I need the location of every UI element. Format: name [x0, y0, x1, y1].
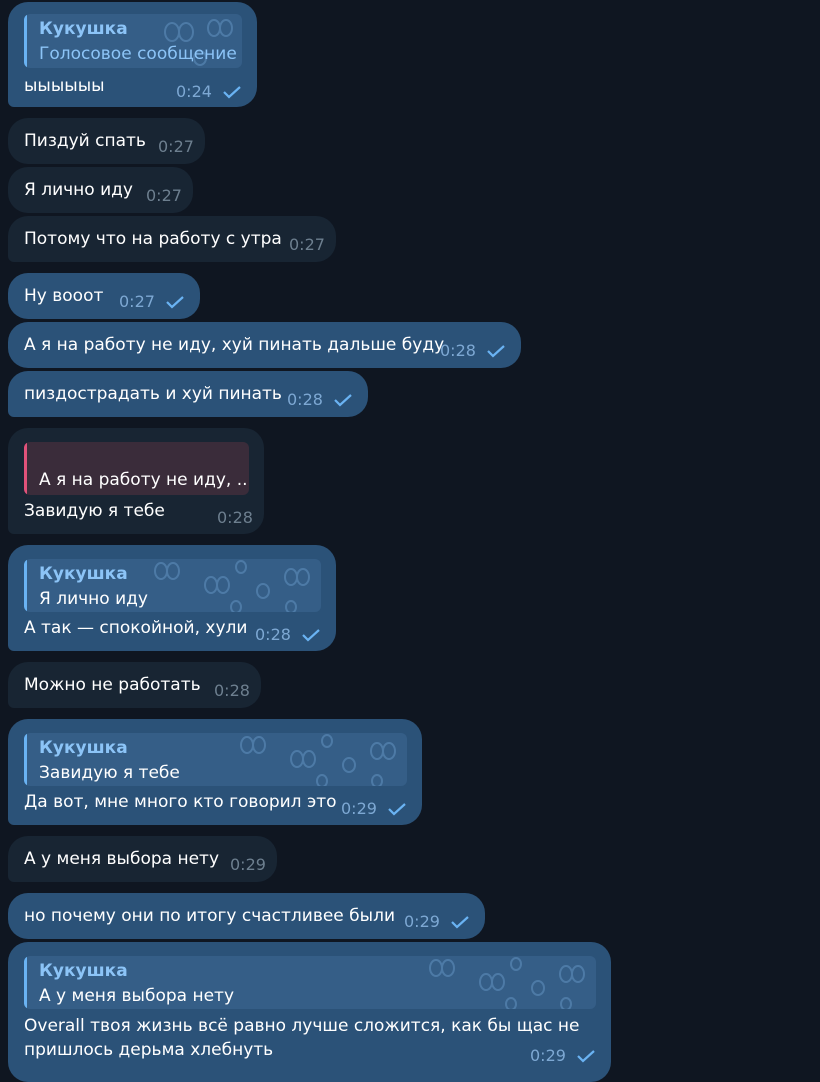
message-time: 0:29 — [230, 855, 266, 874]
double-check-icon — [223, 86, 241, 99]
reply-author: Кукушка — [39, 564, 128, 584]
message-bubble-outgoing[interactable]: Кукушка Я лично иду А так — спокойной, х… — [8, 545, 336, 651]
message-text: Завидую я тебе — [24, 501, 165, 521]
message-bubble-incoming[interactable]: А я на работу не иду, ... Завидую я тебе… — [8, 428, 264, 534]
message-bubble-incoming[interactable]: Пиздуй спать 0:27 — [8, 118, 205, 164]
message-text: но почему они по итогу счастливее были — [24, 906, 395, 926]
message-time: 0:27 — [158, 137, 194, 156]
message-time: 0:29 — [530, 1046, 566, 1065]
reply-accent-bar — [24, 442, 27, 495]
message-bubble-incoming[interactable]: Можно не работать 0:28 — [8, 662, 261, 708]
sticker-pattern-icon — [429, 957, 585, 1009]
message-text: ыыыыыы — [24, 76, 105, 96]
message-time: 0:28 — [287, 390, 323, 409]
message-time: 0:29 — [404, 912, 440, 931]
message-text: Я лично иду — [24, 180, 133, 200]
reply-preview[interactable]: Кукушка Голосовое сообщение — [24, 14, 242, 68]
message-time: 0:27 — [119, 292, 155, 311]
reply-accent-bar — [24, 733, 27, 786]
message-text: Overall твоя жизнь всё равно лучше сложи… — [24, 1016, 580, 1060]
message-time: 0:29 — [341, 799, 377, 818]
reply-preview[interactable]: А я на работу не иду, ... — [24, 442, 249, 495]
message-time: 0:27 — [146, 186, 182, 205]
message-time: 0:28 — [214, 681, 250, 700]
message-time: 0:28 — [440, 341, 476, 360]
message-bubble-incoming[interactable]: Потому что на работу с утра 0:27 — [8, 216, 336, 262]
reply-text: Я лично иду — [39, 589, 148, 609]
message-time: 0:28 — [255, 625, 291, 644]
message-text: Пиздуй спать — [24, 131, 146, 151]
reply-author: Кукушка — [39, 19, 128, 39]
reply-author: Кукушка — [39, 738, 128, 758]
double-check-icon — [487, 345, 505, 358]
message-bubble-outgoing[interactable]: Кукушка Завидую я тебе Да вот, мне много… — [8, 719, 422, 825]
sticker-pattern-icon — [154, 560, 310, 612]
reply-preview[interactable]: Кукушка Завидую я тебе — [24, 733, 407, 786]
message-text: Да вот, мне много кто говорил это — [24, 792, 337, 812]
double-check-icon — [451, 916, 469, 929]
message-time: 0:28 — [217, 508, 253, 527]
message-bubble-outgoing[interactable]: Кукушка Голосовое сообщение ыыыыыы 0:24 — [8, 2, 257, 107]
message-text: А так — спокойной, хули — [24, 618, 248, 638]
message-bubble-outgoing[interactable]: А я на работу не иду, хуй пинать дальше … — [8, 322, 521, 368]
message-text: Можно не работать — [24, 675, 201, 695]
message-text: Ну вооот — [24, 286, 104, 306]
message-time: 0:27 — [289, 235, 325, 254]
message-text: пиздострадать и хуй пинать — [24, 384, 282, 404]
message-bubble-outgoing[interactable]: Кукушка А у меня выбора нету Overall тво… — [8, 942, 611, 1082]
reply-accent-bar — [24, 559, 27, 612]
reply-text: А у меня выбора нету — [39, 986, 235, 1006]
double-check-icon — [302, 629, 320, 642]
message-text: А у меня выбора нету — [24, 849, 220, 869]
message-text: А я на работу не иду, хуй пинать дальше … — [24, 335, 445, 355]
double-check-icon — [166, 296, 184, 309]
message-bubble-incoming[interactable]: Я лично иду 0:27 — [8, 167, 193, 213]
reply-text: Завидую я тебе — [39, 763, 180, 783]
reply-text: А я на работу не иду, ... — [39, 470, 249, 490]
reply-author: Кукушка — [39, 961, 128, 981]
reply-accent-bar — [24, 14, 27, 68]
message-bubble-outgoing[interactable]: пиздострадать и хуй пинать 0:28 — [8, 371, 368, 417]
reply-preview[interactable]: Кукушка А у меня выбора нету — [24, 956, 596, 1009]
message-time: 0:24 — [176, 82, 212, 101]
sticker-pattern-icon — [240, 734, 396, 786]
message-bubble-incoming[interactable]: А у меня выбора нету 0:29 — [8, 836, 277, 882]
double-check-icon — [577, 1050, 595, 1063]
double-check-icon — [388, 803, 406, 816]
reply-preview[interactable]: Кукушка Я лично иду — [24, 559, 321, 612]
message-bubble-outgoing[interactable]: Ну вооот 0:27 — [8, 273, 200, 319]
reply-text: Голосовое сообщение — [39, 44, 237, 64]
double-check-icon — [334, 394, 352, 407]
message-text: Потому что на работу с утра — [24, 229, 282, 249]
message-bubble-outgoing[interactable]: но почему они по итогу счастливее были 0… — [8, 893, 485, 939]
reply-accent-bar — [24, 956, 27, 1009]
